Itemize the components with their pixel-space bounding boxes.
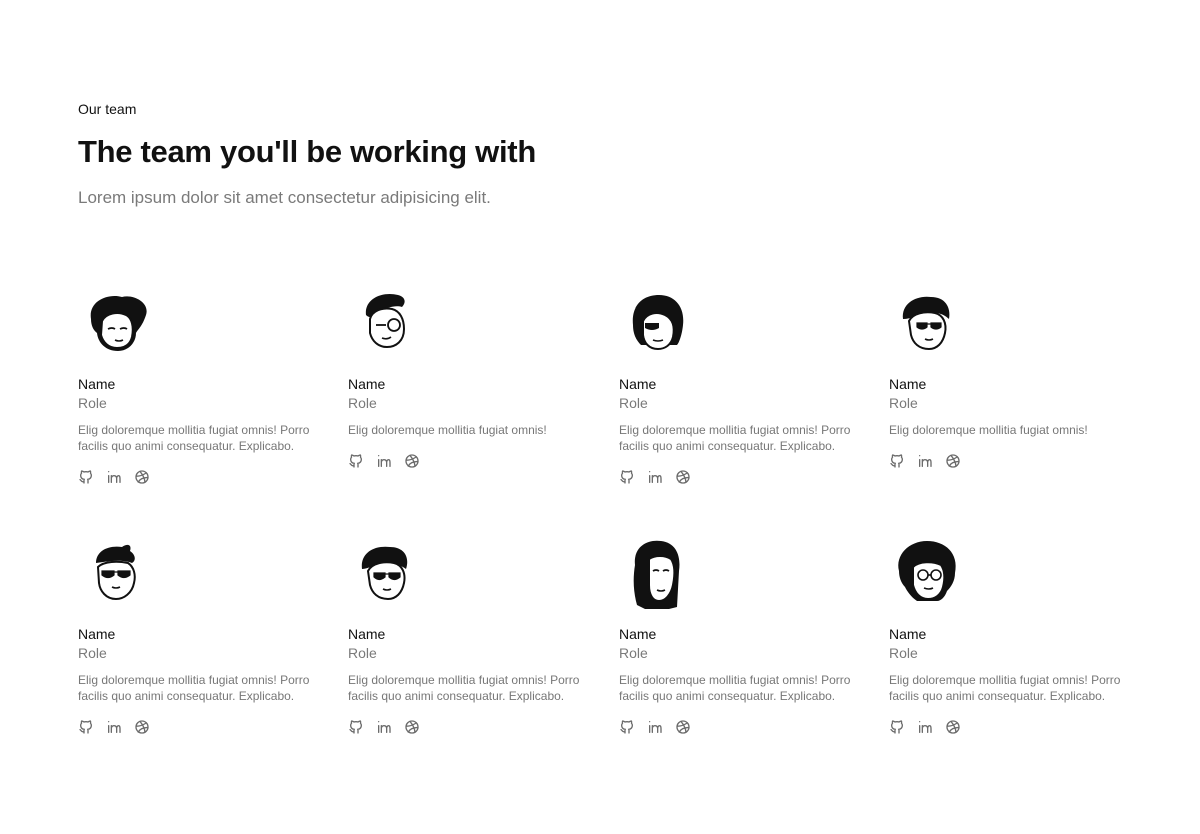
team-card: Name Role Elig doloremque mollitia fugia… [889,285,1149,535]
social-links [78,469,150,485]
member-name: Name [619,626,657,642]
social-links [889,719,961,735]
github-icon[interactable] [78,469,94,485]
social-links [348,719,420,735]
member-bio: Elig doloremque mollitia fugiat omnis! P… [619,423,851,453]
member-bio: Elig doloremque mollitia fugiat omnis! P… [78,423,310,453]
linkedin-icon[interactable] [647,719,663,735]
social-links [78,719,150,735]
member-bio: Elig doloremque mollitia fugiat omnis! P… [889,673,1121,703]
team-card: Name Role Elig doloremque mollitia fugia… [78,285,338,535]
github-icon[interactable] [889,453,905,469]
team-grid: Name Role Elig doloremque mollitia fugia… [78,285,1122,785]
team-row: Name Role Elig doloremque mollitia fugia… [78,285,1122,535]
member-role: Role [619,645,648,661]
member-role: Role [348,395,377,411]
member-name: Name [348,376,386,392]
linkedin-icon[interactable] [106,469,122,485]
github-icon[interactable] [348,453,364,469]
member-role: Role [889,645,918,661]
team-section: Our team The team you'll be working with… [0,0,1200,834]
member-name: Name [348,626,386,642]
team-card: Name Role Elig doloremque mollitia fugia… [78,535,338,785]
member-role: Role [889,395,918,411]
avatar-bob-hair-icon [619,285,699,361]
team-card: Name Role Elig doloremque mollitia fugia… [348,535,608,785]
github-icon[interactable] [348,719,364,735]
member-bio: Elig doloremque mollitia fugiat omnis! P… [78,673,310,703]
member-name: Name [889,626,927,642]
linkedin-icon[interactable] [376,453,392,469]
section-eyebrow: Our team [78,101,137,117]
avatar-glasses-quiff-icon [348,285,428,361]
linkedin-icon[interactable] [917,453,933,469]
social-links [889,453,961,469]
team-card: Name Role Elig doloremque mollitia fugia… [348,285,608,535]
team-card: Name Role Elig doloremque mollitia fugia… [619,285,879,535]
github-icon[interactable] [619,469,635,485]
member-role: Role [348,645,377,661]
member-name: Name [889,376,927,392]
member-bio: Elig doloremque mollitia fugiat omnis! P… [619,673,851,703]
dribbble-icon[interactable] [945,453,961,469]
team-card: Name Role Elig doloremque mollitia fugia… [619,535,879,785]
member-bio: Elig doloremque mollitia fugiat omnis! P… [348,673,580,703]
linkedin-icon[interactable] [106,719,122,735]
linkedin-icon[interactable] [647,469,663,485]
team-card: Name Role Elig doloremque mollitia fugia… [889,535,1149,785]
avatar-sunglasses-icon [889,285,969,361]
member-bio: Elig doloremque mollitia fugiat omnis! [348,423,547,437]
avatar-sunglasses-pompadour-icon [78,535,158,611]
dribbble-icon[interactable] [134,719,150,735]
avatar-curly-hair-icon [78,285,158,361]
dribbble-icon[interactable] [134,469,150,485]
member-role: Role [78,395,107,411]
member-name: Name [78,376,116,392]
member-name: Name [619,376,657,392]
dribbble-icon[interactable] [675,719,691,735]
section-title: The team you'll be working with [78,134,536,169]
github-icon[interactable] [889,719,905,735]
avatar-shaggy-hair-glasses-icon [889,535,969,611]
github-icon[interactable] [78,719,94,735]
member-name: Name [78,626,116,642]
social-links [348,453,420,469]
avatar-long-hair-icon [619,535,699,611]
dribbble-icon[interactable] [404,719,420,735]
social-links [619,469,691,485]
dribbble-icon[interactable] [675,469,691,485]
dribbble-icon[interactable] [945,719,961,735]
member-role: Role [619,395,648,411]
social-links [619,719,691,735]
dribbble-icon[interactable] [404,453,420,469]
section-subtitle: Lorem ipsum dolor sit amet consectetur a… [78,188,491,207]
member-bio: Elig doloremque mollitia fugiat omnis! [889,423,1088,437]
github-icon[interactable] [619,719,635,735]
linkedin-icon[interactable] [917,719,933,735]
linkedin-icon[interactable] [376,719,392,735]
team-row: Name Role Elig doloremque mollitia fugia… [78,535,1122,785]
member-role: Role [78,645,107,661]
avatar-sunglasses-short-hair-icon [348,535,428,611]
